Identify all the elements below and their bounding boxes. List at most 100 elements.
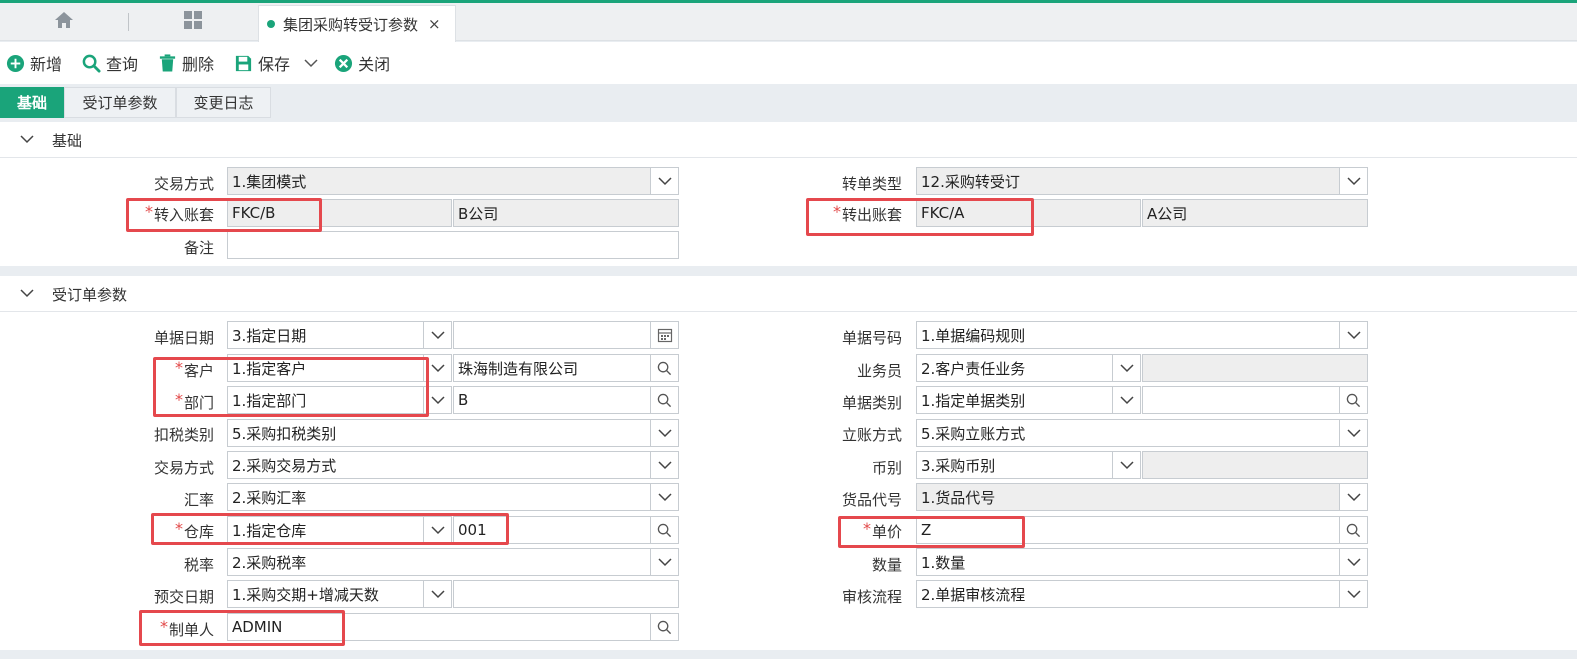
chevron-down-icon[interactable] — [650, 168, 678, 194]
chevron-down-icon[interactable] — [1112, 355, 1140, 381]
customer-mode-select[interactable]: 1.指定客户 — [227, 354, 452, 382]
tax-category-select[interactable]: 5.采购扣税类别 — [227, 419, 679, 447]
warehouse-label-text: 仓库 — [183, 523, 214, 541]
department-label-text: 部门 — [183, 394, 214, 412]
chevron-down-icon[interactable] — [650, 452, 678, 478]
chevron-down-icon[interactable] — [1339, 420, 1367, 446]
trade-method-value: 2.采购交易方式 — [232, 456, 337, 475]
doc-category-input[interactable] — [1142, 386, 1368, 414]
search-icon[interactable] — [650, 355, 678, 381]
customer-label-text: 客户 — [183, 362, 214, 380]
department-input[interactable]: B — [453, 386, 679, 414]
search-icon[interactable] — [1339, 517, 1367, 543]
tab-basic[interactable]: 基础 — [0, 87, 64, 118]
doc-date-mode: 3.指定日期 — [232, 326, 307, 345]
tab-order-params[interactable]: 受订单参数 — [64, 87, 176, 118]
customer-input[interactable]: 珠海制造有限公司 — [453, 354, 679, 382]
creator-label: *制单人 — [94, 616, 214, 644]
creator-input[interactable]: ADMIN — [227, 613, 679, 641]
bottom-strip — [0, 650, 1577, 659]
quantity-select[interactable]: 1.数量 — [916, 548, 1368, 576]
chevron-down-icon[interactable] — [1339, 484, 1367, 510]
close-tab-icon[interactable]: × — [428, 15, 441, 33]
search-icon[interactable] — [1339, 387, 1367, 413]
delete-button[interactable]: 删除 — [158, 51, 214, 75]
salesperson-mode-select[interactable]: 2.客户责任业务 — [916, 354, 1141, 382]
add-button[interactable]: 新增 — [6, 51, 62, 75]
approval-flow-select[interactable]: 2.单据审核流程 — [916, 580, 1368, 608]
apps-tab[interactable] — [129, 3, 257, 41]
search-icon[interactable] — [650, 614, 678, 640]
trade-mode-select[interactable]: 1.集团模式 — [227, 167, 679, 195]
warehouse-value: 001 — [458, 521, 487, 539]
account-method-select[interactable]: 5.采购立账方式 — [916, 419, 1368, 447]
in-account-code-field[interactable]: FKC/B — [227, 199, 452, 227]
tab-group-purchase-params[interactable]: 集团采购转受订参数 × — [258, 5, 456, 42]
salesperson-mode: 2.客户责任业务 — [921, 359, 1026, 378]
tab-change-log[interactable]: 变更日志 — [176, 87, 271, 118]
out-account-code-field[interactable]: FKC/A — [916, 199, 1141, 227]
doc-date-mode-select[interactable]: 3.指定日期 — [227, 321, 452, 349]
trade-method-select[interactable]: 2.采购交易方式 — [227, 451, 679, 479]
save-button[interactable]: 保存 — [234, 51, 290, 75]
unit-price-input[interactable]: Z — [916, 516, 1368, 544]
currency-value-field — [1142, 451, 1368, 479]
chevron-down-icon[interactable] — [423, 387, 451, 413]
chevron-down-icon[interactable] — [650, 484, 678, 510]
close-button[interactable]: 关闭 — [334, 51, 390, 75]
collapse-chevron-icon — [20, 132, 34, 150]
chevron-down-icon[interactable] — [423, 581, 451, 607]
creator-label-text: 制单人 — [168, 621, 214, 639]
in-account-name: B公司 — [458, 204, 499, 223]
tab-bar: 集团采购转受订参数 × — [0, 3, 1577, 42]
search-icon[interactable] — [650, 387, 678, 413]
convert-type-select[interactable]: 12.采购转受订 — [916, 167, 1368, 195]
remark-input[interactable] — [227, 231, 679, 259]
warehouse-mode-select[interactable]: 1.指定仓库 — [227, 516, 452, 544]
item-code-select[interactable]: 1.货品代号 — [916, 483, 1368, 511]
required-mark: * — [159, 617, 168, 636]
basic-section-header[interactable]: 基础 — [0, 122, 1577, 158]
exchange-rate-select[interactable]: 2.采购汇率 — [227, 483, 679, 511]
home-icon — [54, 10, 74, 34]
chevron-down-icon[interactable] — [650, 420, 678, 446]
chevron-down-icon[interactable] — [423, 517, 451, 543]
in-account-name-field: B公司 — [453, 199, 679, 227]
department-mode-select[interactable]: 1.指定部门 — [227, 386, 452, 414]
doc-category-mode-select[interactable]: 1.指定单据类别 — [916, 386, 1141, 414]
delivery-days-input[interactable] — [453, 580, 679, 608]
department-mode: 1.指定部门 — [232, 391, 307, 410]
item-code-value: 1.货品代号 — [921, 488, 996, 507]
out-account-name: A公司 — [1147, 204, 1188, 223]
calendar-icon[interactable] — [650, 322, 678, 348]
in-account-label: *转入账套 — [94, 201, 214, 229]
tax-rate-value: 2.采购税率 — [232, 553, 307, 572]
doc-number-label: 单据号码 — [841, 329, 902, 347]
search-icon[interactable] — [650, 517, 678, 543]
doc-date-input[interactable] — [453, 321, 679, 349]
delivery-date-mode-select[interactable]: 1.采购交期+增减天数 — [227, 580, 452, 608]
doc-number-select[interactable]: 1.单据编码规则 — [916, 321, 1368, 349]
chevron-down-icon[interactable] — [1112, 452, 1140, 478]
chevron-down-icon[interactable] — [423, 322, 451, 348]
trade-mode-value: 1.集团模式 — [232, 172, 307, 191]
tax-rate-select[interactable]: 2.采购税率 — [227, 548, 679, 576]
save-dropdown-chevron-icon[interactable] — [304, 58, 318, 68]
warehouse-input[interactable]: 001 — [453, 516, 679, 544]
tax-category-value: 5.采购扣税类别 — [232, 424, 337, 443]
chevron-down-icon[interactable] — [1112, 387, 1140, 413]
home-tab[interactable] — [0, 3, 128, 41]
chevron-down-icon[interactable] — [423, 355, 451, 381]
chevron-down-icon[interactable] — [1339, 322, 1367, 348]
quantity-value: 1.数量 — [921, 553, 966, 572]
out-account-name-field: A公司 — [1142, 199, 1368, 227]
exchange-rate-value: 2.采购汇率 — [232, 488, 307, 507]
chevron-down-icon[interactable] — [1339, 581, 1367, 607]
chevron-down-icon[interactable] — [1339, 168, 1367, 194]
chevron-down-icon[interactable] — [1339, 549, 1367, 575]
currency-mode-select[interactable]: 3.采购币别 — [916, 451, 1141, 479]
query-button[interactable]: 查询 — [82, 51, 138, 75]
convert-type-label: 转单类型 — [841, 175, 902, 193]
chevron-down-icon[interactable] — [650, 549, 678, 575]
order-section-header[interactable]: 受订单参数 — [0, 276, 1577, 312]
